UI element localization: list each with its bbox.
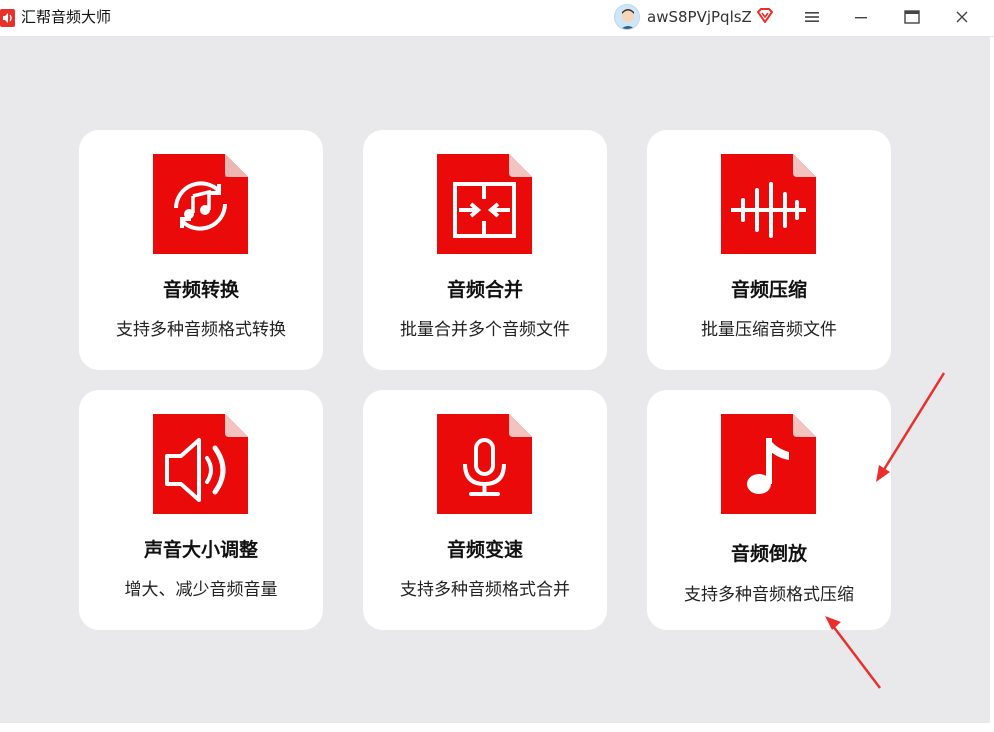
card-title: 音频转换: [162, 279, 239, 301]
right-edge: [990, 37, 994, 723]
title-bar: 汇帮音频大师 awS8PVjPqlsZ: [0, 0, 994, 37]
maximize-button[interactable]: [900, 6, 924, 28]
music-note-icon: [721, 414, 816, 514]
volume-adjust-icon: [153, 414, 248, 514]
menu-button[interactable]: [800, 6, 824, 28]
bottom-edge: [0, 723, 994, 732]
card-desc: 批量合并多个音频文件: [400, 320, 570, 340]
avatar[interactable]: [614, 4, 640, 30]
card-title: 音频倒放: [730, 543, 807, 565]
minimize-button[interactable]: [849, 6, 873, 28]
app-logo-icon: [0, 9, 15, 27]
card-desc: 批量压缩音频文件: [701, 320, 837, 340]
card-volume-adjust[interactable]: 声音大小调整 增大、减少音频音量: [79, 390, 323, 630]
card-audio-reverse[interactable]: 音频倒放 支持多种音频格式压缩: [647, 390, 891, 630]
maximize-icon: [904, 10, 920, 24]
close-icon: [956, 11, 968, 23]
card-title: 音频变速: [446, 539, 523, 561]
card-desc: 支持多种音频格式合并: [400, 580, 570, 600]
minimize-icon: [855, 17, 867, 19]
card-audio-convert[interactable]: 音频转换 支持多种音频格式转换: [79, 130, 323, 370]
username[interactable]: awS8PVjPqlsZ: [647, 8, 752, 26]
card-audio-compress[interactable]: 音频压缩 批量压缩音频文件: [647, 130, 891, 370]
card-title: 音频合并: [446, 279, 523, 301]
close-button[interactable]: [950, 6, 974, 28]
menu-icon: [805, 12, 819, 22]
card-title: 声音大小调整: [143, 539, 258, 561]
card-desc: 支持多种音频格式压缩: [684, 585, 854, 605]
card-desc: 增大、减少音频音量: [124, 580, 278, 600]
app-title: 汇帮音频大师: [21, 8, 112, 26]
microphone-icon: [437, 414, 532, 514]
audio-convert-icon: [153, 154, 248, 254]
audio-compress-icon: [721, 154, 816, 254]
audio-merge-icon: [437, 154, 532, 254]
vip-diamond-icon[interactable]: [755, 6, 775, 26]
card-audio-speed[interactable]: 音频变速 支持多种音频格式合并: [363, 390, 607, 630]
card-audio-merge[interactable]: 音频合并 批量合并多个音频文件: [363, 130, 607, 370]
card-title: 音频压缩: [730, 279, 807, 301]
card-desc: 支持多种音频格式转换: [116, 320, 286, 340]
